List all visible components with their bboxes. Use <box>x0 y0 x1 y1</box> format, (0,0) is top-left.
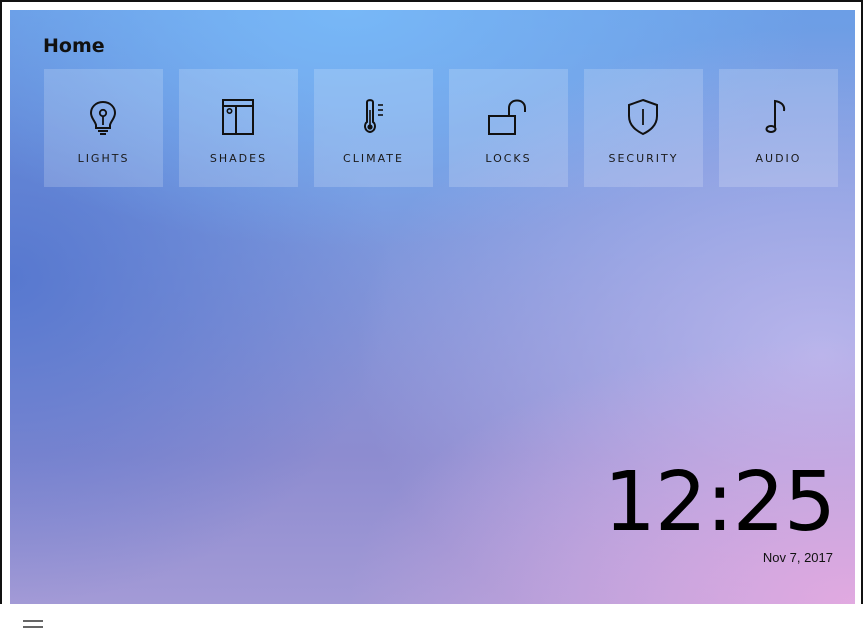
tile-label-locks: LOCKS <box>485 152 532 165</box>
tile-label-security: SECURITY <box>608 152 679 165</box>
clock-date: Nov 7, 2017 <box>762 550 833 565</box>
window-shade-icon <box>222 99 254 135</box>
thermometer-icon <box>364 99 383 134</box>
tile-lights[interactable]: LIGHTS <box>44 69 163 187</box>
tile-label-shades: SHADES <box>209 152 268 165</box>
hamburger-menu-icon[interactable] <box>23 620 43 630</box>
tile-audio[interactable]: AUDIO <box>719 69 838 187</box>
home-screen: Home LIGHTS SHADES CLIMATE LOCKS SECURIT… <box>10 10 855 604</box>
bottom-bar <box>0 604 863 641</box>
tile-label-climate: CLIMATE <box>343 152 404 165</box>
tile-shades[interactable]: SHADES <box>179 69 298 187</box>
tile-locks[interactable]: LOCKS <box>449 69 568 187</box>
tile-label-lights: LIGHTS <box>77 152 130 165</box>
tile-climate[interactable]: CLIMATE <box>314 69 433 187</box>
tile-security[interactable]: SECURITY <box>584 69 703 187</box>
tile-label-audio: AUDIO <box>755 152 802 165</box>
unlocked-padlock-icon <box>488 99 526 135</box>
shield-icon <box>628 98 658 136</box>
clock-time: 12:25 <box>603 455 836 550</box>
page-title: Home <box>43 35 105 57</box>
device-frame: Home LIGHTS SHADES CLIMATE LOCKS SECURIT… <box>0 0 863 641</box>
lightbulb-icon <box>89 100 117 135</box>
music-note-icon <box>765 99 786 133</box>
